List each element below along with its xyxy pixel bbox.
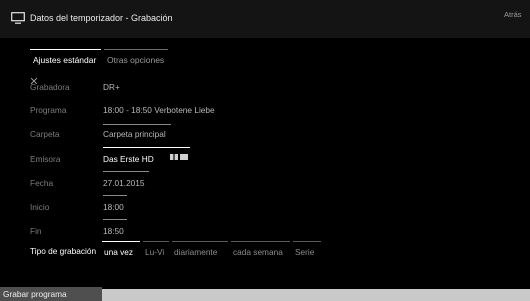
end-field[interactable]: 18:50 [103, 226, 124, 236]
channel-label: Emisora [30, 154, 61, 164]
start-label: Inicio [30, 202, 50, 212]
dialog-header: Datos del temporizador - Grabación Atrás [0, 0, 530, 38]
date-field-line [103, 171, 149, 172]
option-series[interactable]: Serie [293, 241, 321, 259]
date-label: Fecha [30, 178, 54, 188]
start-field[interactable]: 18:00 [103, 202, 124, 212]
tv-icon [11, 12, 25, 24]
folder-label: Carpeta [30, 129, 60, 139]
dolby-icon [170, 154, 178, 160]
folder-field-line [103, 124, 171, 125]
program-value: 18:00 - 18:50 Verbotene Liebe [103, 105, 215, 115]
tab-other-options[interactable]: Otras opciones [104, 49, 168, 70]
end-label: Fin [30, 226, 42, 236]
start-field-line [103, 195, 127, 196]
timer-dialog: Datos del temporizador - Grabación Atrás… [0, 0, 530, 289]
dialog-title: Datos del temporizador - Grabación [30, 13, 173, 23]
option-once[interactable]: una vez [102, 241, 140, 259]
program-label: Programa [30, 105, 67, 115]
option-weekly[interactable]: cada semana [231, 241, 290, 259]
recorder-label: Grabadora [30, 82, 70, 92]
recording-type-label: Tipo de grabación [30, 246, 97, 256]
back-button[interactable]: Atrás [504, 10, 522, 19]
recorder-value: DR+ [103, 82, 120, 92]
date-field[interactable]: 27.01.2015 [103, 178, 145, 188]
channel-field[interactable]: Das Erste HD [103, 154, 154, 164]
record-program-button[interactable]: Grabar programa [0, 287, 102, 301]
option-daily[interactable]: diariamente [172, 241, 228, 259]
hd-icon [180, 154, 188, 160]
tab-standard-settings[interactable]: Ajustes estándar [30, 49, 101, 70]
option-mon-fri[interactable]: Lu-Vi [143, 241, 169, 259]
end-field-line [103, 219, 127, 220]
folder-field[interactable]: Carpeta principal [103, 129, 166, 139]
channel-field-line [103, 147, 190, 148]
